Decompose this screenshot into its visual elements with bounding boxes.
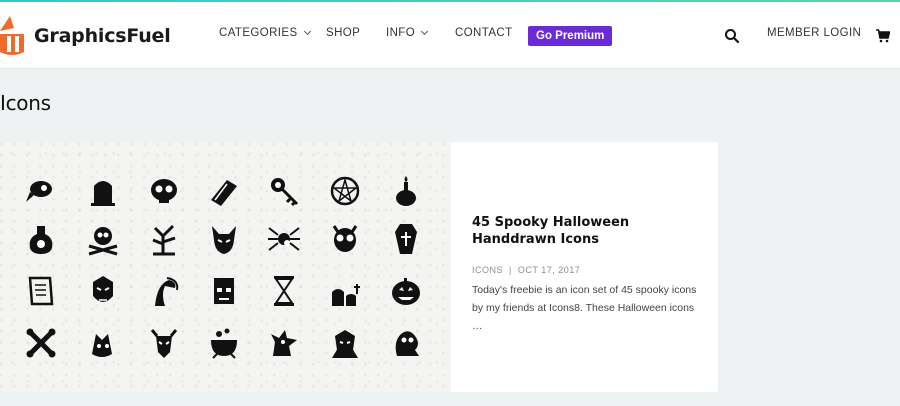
post-thumbnail[interactable]	[0, 142, 451, 392]
logo-mark-icon	[0, 16, 26, 56]
post-category[interactable]: ICONS	[472, 265, 503, 275]
candle-skull-icon	[389, 174, 423, 208]
devil-icon	[207, 222, 241, 256]
skull-crossbones-icon	[86, 222, 120, 256]
tombstone-icon	[86, 174, 120, 208]
nav-item-info[interactable]: INFO	[386, 27, 429, 39]
chevron-down-icon	[421, 27, 429, 36]
nav-item-label: INFO	[386, 27, 416, 39]
go-premium-button[interactable]: Go Premium	[528, 26, 613, 46]
demon-icon	[147, 326, 181, 360]
spider-icon	[267, 222, 301, 256]
graves-icon	[328, 274, 362, 308]
dead-tree-icon	[147, 222, 181, 256]
hourglass-icon	[267, 274, 301, 308]
post-excerpt: Today's freebie is an icon set of 45 spo…	[472, 284, 697, 332]
pumpkin-icon	[389, 274, 423, 308]
site-header: GraphicsFuel CATEGORIES SHOP INFO CONTAC…	[0, 2, 900, 69]
site-name: GraphicsFuel	[34, 25, 171, 47]
potion-skull-icon	[24, 222, 58, 256]
site-logo[interactable]: GraphicsFuel	[0, 16, 171, 56]
meta-separator: |	[509, 265, 512, 275]
coffin-icon	[389, 222, 423, 256]
cart-icon[interactable]	[876, 29, 891, 43]
post-card: 45 Spooky Halloween Handdrawn Icons ICON…	[0, 142, 718, 392]
grim-reaper-icon	[147, 274, 181, 308]
chevron-down-icon	[303, 27, 311, 36]
nav-item-shop[interactable]: SHOP	[326, 27, 360, 39]
ghost-icon	[389, 326, 423, 360]
post-date: OCT 17, 2017	[517, 265, 581, 275]
post-meta: ICONS | OCT 17, 2017	[472, 265, 580, 275]
pentagram-icon	[328, 174, 362, 208]
scroll-icon	[24, 274, 58, 308]
member-login-link[interactable]: MEMBER LOGIN	[767, 27, 861, 39]
nav-item-categories[interactable]: CATEGORIES	[219, 27, 311, 39]
bird-skull-icon	[24, 174, 58, 208]
skull-horns-icon	[328, 222, 362, 256]
page-title: Icons	[0, 91, 51, 115]
nav-item-label: SHOP	[326, 27, 361, 39]
member-login-label: MEMBER LOGIN	[767, 27, 862, 39]
coffin-open-icon	[207, 174, 241, 208]
dracula-icon	[86, 274, 120, 308]
nav-item-label: CONTACT	[455, 27, 513, 39]
cauldron-icon	[207, 326, 241, 360]
nav-item-label: CATEGORIES	[219, 27, 298, 39]
wolf-howl-icon	[267, 326, 301, 360]
frankenstein-icon	[207, 274, 241, 308]
skull-icon	[147, 174, 181, 208]
post-title[interactable]: 45 Spooky Halloween Handdrawn Icons	[472, 214, 697, 248]
werewolf-icon	[86, 326, 120, 360]
search-icon[interactable]	[724, 28, 740, 44]
vampire-icon	[328, 326, 362, 360]
crossed-bones-icon	[24, 326, 58, 360]
nav-item-contact[interactable]: CONTACT	[455, 27, 513, 39]
key-icon	[267, 174, 301, 208]
